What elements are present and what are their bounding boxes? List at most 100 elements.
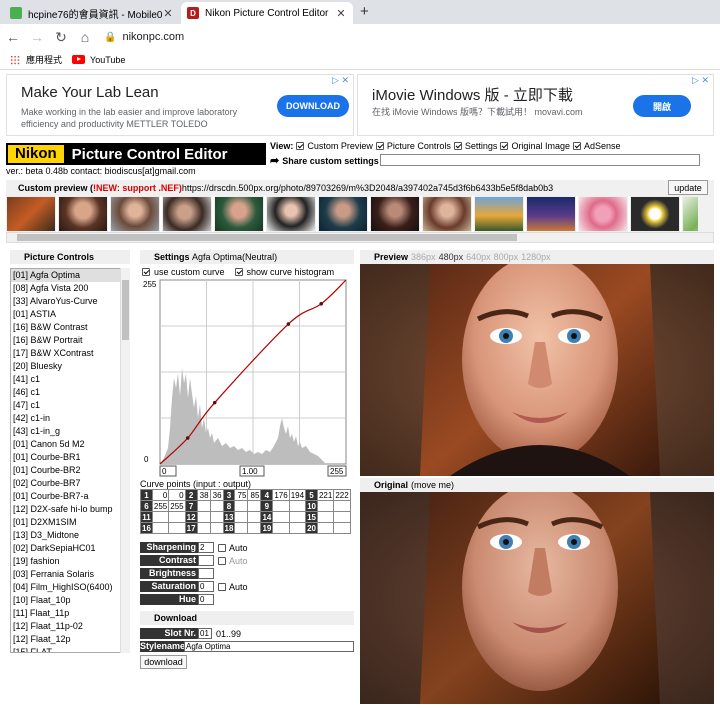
curve-point-input[interactable]: 176	[272, 489, 290, 501]
share-settings-input[interactable]	[380, 154, 700, 166]
view-settings-checkbox[interactable]	[453, 142, 462, 150]
curve-point-output[interactable]: 255	[168, 500, 186, 512]
contrast-input[interactable]	[198, 555, 214, 566]
close-tab-icon[interactable]: ✕	[162, 7, 174, 20]
picture-control-item[interactable]: [01] Courbe-BR1	[11, 451, 129, 464]
saturation-auto-checkbox[interactable]	[218, 582, 226, 591]
curve-point-output[interactable]	[168, 522, 186, 534]
curve-point-input[interactable]: 75	[234, 489, 249, 501]
size-480[interactable]: 480px	[439, 252, 464, 262]
bookmark-youtube[interactable]: YouTube	[72, 55, 125, 65]
thumbnail[interactable]	[474, 196, 524, 232]
thumbnail[interactable]	[214, 196, 264, 232]
size-640[interactable]: 640px	[466, 252, 491, 262]
curve-point-output[interactable]: 222	[333, 489, 351, 501]
size-1280[interactable]: 1280px	[521, 252, 551, 262]
original-image[interactable]	[360, 492, 714, 704]
curve-point-input[interactable]	[151, 522, 170, 534]
browser-tab-nikonpc[interactable]: D Nikon Picture Control Editor ✕	[181, 2, 353, 24]
picture-control-item[interactable]: [41] c1	[11, 373, 129, 386]
thumbnail[interactable]	[266, 196, 316, 232]
scrollbar-thumb[interactable]	[17, 234, 517, 241]
curve-point-output[interactable]	[209, 522, 224, 534]
custom-preview-url[interactable]: https://drscdn.500px.org/photo/89703269/…	[182, 183, 553, 193]
curve-point-output[interactable]	[209, 500, 224, 512]
view-adsense-checkbox[interactable]	[572, 142, 581, 150]
curve-editor[interactable]: 255 0 0 1.00 255	[142, 278, 348, 478]
thumbnail[interactable]	[318, 196, 368, 232]
curve-point-input[interactable]	[272, 500, 290, 512]
curve-control-point[interactable]	[319, 302, 323, 306]
update-button[interactable]: update	[668, 180, 708, 195]
curve-point-output[interactable]	[247, 522, 262, 534]
close-tab-icon[interactable]: ✕	[335, 7, 347, 20]
contrast-auto-checkbox[interactable]	[218, 556, 226, 565]
picture-controls-scrollbar[interactable]	[120, 268, 130, 653]
picture-control-item[interactable]: [47] c1	[11, 399, 129, 412]
thumbnail-scrollbar[interactable]	[6, 232, 714, 243]
ad-choices-icon[interactable]: ▷ ✕	[692, 75, 709, 86]
curve-point-output[interactable]: 85	[247, 489, 262, 501]
picture-control-item[interactable]: [08] Agfa Vista 200	[11, 282, 129, 295]
thumbnail[interactable]	[630, 196, 680, 232]
curve-point-output[interactable]	[247, 511, 262, 523]
view-custom-preview-checkbox[interactable]	[296, 142, 305, 150]
picture-control-item[interactable]: [02] DarkSepiaHC01	[11, 542, 129, 555]
curve-point-output[interactable]: 0	[168, 489, 186, 501]
curve-point-output[interactable]: 36	[209, 489, 224, 501]
curve-canvas[interactable]: 255 0 0 1.00 255	[142, 278, 348, 478]
picture-control-item[interactable]: [01] Agfa Optima	[11, 269, 129, 282]
curve-point-output[interactable]	[209, 511, 224, 523]
thumbnail[interactable]	[578, 196, 628, 232]
reload-icon[interactable]: ↻	[50, 29, 72, 46]
scrollbar-thumb[interactable]	[122, 280, 129, 340]
picture-control-item[interactable]: [19] fashion	[11, 555, 129, 568]
curve-point-input[interactable]	[272, 511, 290, 523]
bookmark-apps[interactable]: 應用程式	[10, 53, 62, 66]
picture-control-item[interactable]: [20] Bluesky	[11, 360, 129, 373]
thumbnail[interactable]	[682, 196, 698, 232]
curve-point-input[interactable]	[196, 522, 211, 534]
ad-download-button[interactable]: DOWNLOAD	[277, 95, 349, 117]
ad-banner-mettler[interactable]: Make Your Lab Lean Make working in the l…	[6, 74, 354, 136]
picture-control-item[interactable]: [12] D2X-safe hi-lo bump	[11, 503, 129, 516]
forward-arrow-icon[interactable]: →	[26, 29, 48, 45]
curve-point-output[interactable]	[288, 522, 307, 534]
picture-control-item[interactable]: [33] AlvaroYus-Curve	[11, 295, 129, 308]
picture-control-item[interactable]: [16] B&W Portrait	[11, 334, 129, 347]
curve-point-input[interactable]	[196, 500, 211, 512]
curve-point-input[interactable]: 255	[151, 500, 170, 512]
download-button[interactable]: download	[140, 655, 187, 669]
curve-point-input[interactable]	[234, 522, 249, 534]
url-field[interactable]: nikonpc.com	[122, 31, 184, 43]
curve-point-output[interactable]	[333, 522, 351, 534]
sharpening-auto-checkbox[interactable]	[218, 543, 226, 552]
ad-open-button[interactable]: 開啟	[633, 95, 691, 117]
picture-control-item[interactable]: [13] D3_Midtone	[11, 529, 129, 542]
picture-control-item[interactable]: [04] Film_HighISO(6400)	[11, 581, 129, 594]
curve-point-input[interactable]: 38	[196, 489, 211, 501]
new-tab-plus-icon[interactable]: +	[360, 3, 369, 20]
view-picture-controls-checkbox[interactable]	[375, 142, 384, 150]
curve-point-output[interactable]	[168, 511, 186, 523]
curve-control-point[interactable]	[286, 322, 291, 326]
brightness-input[interactable]	[198, 568, 214, 579]
picture-control-item[interactable]: [15] FLAT	[11, 646, 129, 652]
curve-point-output[interactable]	[333, 500, 351, 512]
picture-control-item[interactable]: [01] Courbe-BR7-a	[11, 490, 129, 503]
curve-point-input[interactable]	[151, 511, 170, 523]
picture-control-item[interactable]: [12] Flaat_11p-02	[11, 620, 129, 633]
curve-control-point[interactable]	[212, 400, 217, 405]
curve-point-input[interactable]	[196, 511, 211, 523]
picture-control-item[interactable]: [01] Canon 5d M2	[11, 438, 129, 451]
curve-point-output[interactable]	[288, 500, 307, 512]
curve-point-output[interactable]	[247, 500, 262, 512]
show-histogram-checkbox[interactable]	[234, 268, 243, 276]
original-header[interactable]: Original (move me)	[360, 478, 714, 492]
picture-control-item[interactable]: [43] c1-in_g	[11, 425, 129, 438]
view-original-image-checkbox[interactable]	[500, 142, 509, 150]
use-custom-curve-checkbox[interactable]	[142, 268, 150, 276]
thumbnail[interactable]	[370, 196, 420, 232]
picture-control-item[interactable]: [16] B&W Contrast	[11, 321, 129, 334]
curve-point-output[interactable]	[333, 511, 351, 523]
